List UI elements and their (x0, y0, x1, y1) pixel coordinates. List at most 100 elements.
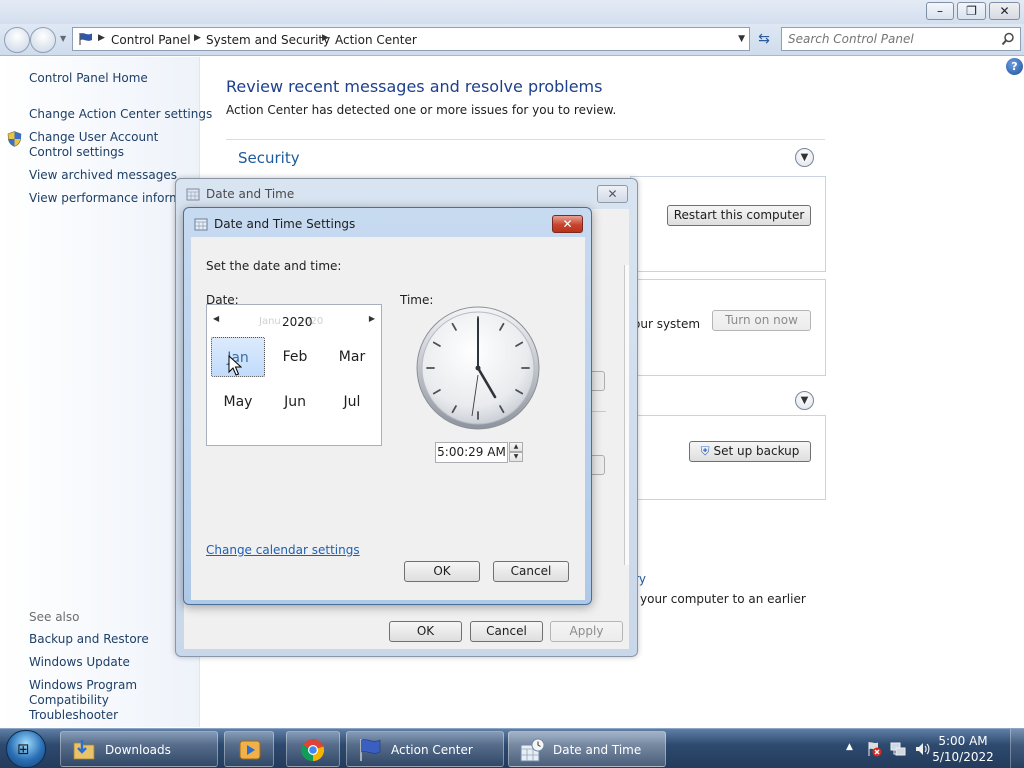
month-jul[interactable]: Jul (325, 382, 379, 422)
start-button[interactable]: ⊞ (6, 730, 46, 768)
dialog-ok-button[interactable]: OK (389, 621, 462, 642)
breadcrumb-control-panel[interactable]: Control Panel (111, 33, 191, 47)
time-input[interactable]: 5:00:29 AM (435, 442, 508, 463)
restart-message-panel: Restart this computer (630, 176, 826, 272)
search-input[interactable] (788, 29, 998, 49)
page-title: Review recent messages and resolve probl… (226, 77, 603, 96)
nav-control-panel-home[interactable]: Control Panel Home (29, 71, 148, 86)
nav-view-performance-information[interactable]: View performance informat (29, 191, 193, 206)
close-icon: ✕ (999, 4, 1010, 18)
maintenance-collapse-chevron-icon[interactable]: ▼ (795, 391, 814, 410)
dialog-apply-button[interactable]: Apply (550, 621, 623, 642)
chrome-icon (301, 739, 325, 762)
nav-backup-and-restore[interactable]: Backup and Restore (29, 632, 149, 647)
action-center-flag-icon (360, 739, 381, 761)
refresh-button[interactable]: ⇆ (752, 27, 776, 51)
month-jun[interactable]: Jun (268, 382, 322, 422)
change-calendar-settings-link[interactable]: Change calendar settings (206, 543, 360, 557)
action-center-warning-flag-icon[interactable] (866, 741, 882, 757)
breadcrumb-arrow-icon[interactable]: ▶ (194, 33, 201, 43)
breadcrumb-action-center[interactable]: Action Center (335, 33, 417, 47)
taskbar-downloads-label: Downloads (105, 743, 171, 757)
month-mar[interactable]: Mar (325, 337, 379, 377)
taskbar-chrome[interactable] (286, 731, 340, 767)
network-icon[interactable] (890, 741, 906, 757)
time-spin-up-icon[interactable]: ▲ (509, 442, 523, 452)
taskbar-clock-time[interactable]: 5:00 AM (928, 734, 998, 748)
hidden-button-edge (592, 455, 605, 475)
window-close-button[interactable]: ✕ (989, 2, 1020, 20)
minimize-button[interactable]: – (926, 2, 954, 20)
maximize-icon: ❐ (966, 4, 977, 18)
nav-view-archived-messages[interactable]: View archived messages (29, 168, 177, 183)
date-and-time-close-button[interactable]: ✕ (597, 185, 628, 203)
breadcrumb-arrow-icon[interactable]: ▶ (322, 33, 329, 43)
page-subtitle: Action Center has detected one or more i… (226, 103, 617, 117)
security-collapse-chevron-icon[interactable]: ▼ (795, 148, 814, 167)
set-date-time-prompt: Set the date and time: (206, 259, 342, 273)
nav-change-uac-settings[interactable]: Change User Account Control settings (29, 130, 194, 160)
show-desktop-button[interactable] (1010, 729, 1024, 768)
taskbar-date-and-time-label: Date and Time (553, 743, 642, 757)
analog-clock (416, 306, 540, 430)
tab-panel-edge (624, 265, 629, 565)
window-titlebar: – ❐ ✕ (0, 0, 1024, 24)
breadcrumb-system-and-security[interactable]: System and Security (206, 33, 330, 47)
taskbar-action-center[interactable]: Action Center (346, 731, 504, 767)
nav-change-action-center-settings[interactable]: Change Action Center settings (29, 107, 212, 122)
taskbar-media-player[interactable] (224, 731, 274, 767)
back-button[interactable] (4, 27, 30, 53)
forward-button[interactable] (30, 27, 56, 53)
settings-close-button[interactable]: ✕ (552, 215, 583, 233)
date-and-time-settings-dialog: Date and Time Settings ✕ Set the date an… (183, 207, 592, 605)
ghost-month-text: Janu (259, 316, 281, 327)
calendar-prev-icon[interactable]: ◀ (213, 314, 219, 323)
system-text-fragment: our system (633, 317, 701, 331)
action-center-flag-icon (79, 33, 92, 45)
maximize-button[interactable]: ❐ (957, 2, 986, 20)
calendar-clock-icon (520, 738, 545, 762)
dialog-title: Date and Time (206, 187, 295, 201)
settings-ok-button[interactable]: OK (404, 561, 480, 582)
search-box (781, 27, 1021, 51)
help-button[interactable]: ? (1006, 58, 1023, 75)
month-may[interactable]: May (211, 382, 265, 422)
uac-shield-icon (7, 131, 22, 147)
dialog-cancel-button[interactable]: Cancel (470, 621, 543, 642)
turn-on-now-button[interactable]: Turn on now (712, 310, 811, 331)
section-divider (226, 139, 825, 140)
nav-compatibility-troubleshooter[interactable]: Windows Program Compatibility Troublesho… (29, 678, 194, 723)
shield-icon: ⛨ (700, 444, 710, 458)
restart-computer-button[interactable]: Restart this computer (667, 205, 811, 226)
settings-dialog-title: Date and Time Settings (214, 217, 356, 231)
calendar-next-icon[interactable]: ▶ (369, 314, 375, 323)
month-feb[interactable]: Feb (268, 337, 322, 377)
breadcrumb-arrow-icon[interactable]: ▶ (98, 33, 105, 43)
taskbar-downloads[interactable]: Downloads (60, 731, 218, 767)
see-also-label: See also (29, 610, 80, 624)
help-icon: ? (1011, 60, 1018, 73)
nav-windows-update[interactable]: Windows Update (29, 655, 130, 670)
address-dropdown-icon[interactable]: ▼ (738, 34, 745, 44)
security-section-heading[interactable]: Security (238, 149, 300, 167)
windows-logo-icon: ⊞ (17, 740, 30, 758)
show-hidden-icons-chevron-icon[interactable]: ▲ (846, 742, 853, 752)
folder-icon (73, 740, 95, 760)
settings-dialog-body: Set the date and time: Date: Time: ◀ Jan… (191, 237, 585, 600)
taskbar-date-and-time[interactable]: Date and Time (508, 731, 666, 767)
taskbar: ⊞ Downloads Action Center Date and Time … (0, 728, 1024, 768)
hidden-separator (592, 411, 606, 412)
hidden-button-edge (592, 371, 605, 391)
calendar-year-header[interactable]: 2020 (282, 315, 313, 329)
address-field[interactable]: ▶ Control Panel ▶ System and Security ▶ … (72, 27, 750, 51)
protection-message-panel: our system Turn on now (630, 279, 826, 376)
restore-text-fragment: your computer to an earlier (640, 592, 806, 606)
backup-message-panel: ⛨ Set up backup (630, 415, 826, 500)
set-up-backup-button[interactable]: ⛨ Set up backup (689, 441, 811, 462)
recent-pages-chevron-icon[interactable]: ▼ (60, 34, 66, 43)
settings-cancel-button[interactable]: Cancel (493, 561, 569, 582)
search-icon[interactable] (1001, 32, 1015, 46)
time-spin-down-icon[interactable]: ▼ (509, 452, 523, 462)
taskbar-clock-date[interactable]: 5/10/2022 (928, 750, 998, 764)
navigation-pane: Control Panel Home Change Action Center … (0, 57, 212, 727)
